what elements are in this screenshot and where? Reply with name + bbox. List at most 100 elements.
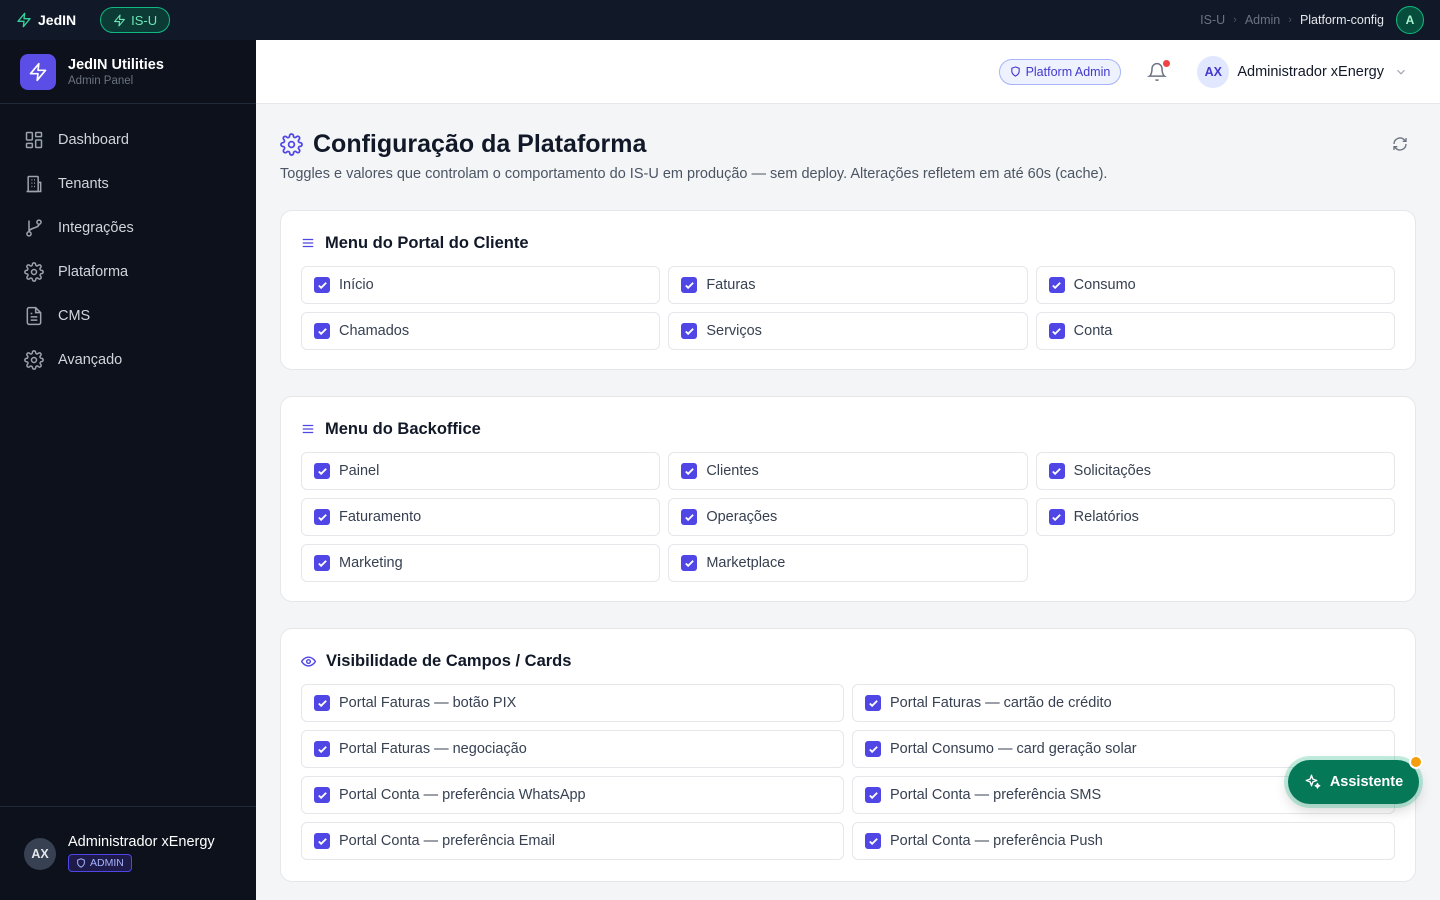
sidebar-item-cms[interactable]: CMS — [0, 294, 256, 338]
toggle-servicos[interactable]: Serviços — [668, 312, 1028, 350]
gear-icon — [24, 262, 44, 282]
toggle-solicitacoes[interactable]: Solicitações — [1035, 452, 1395, 490]
toggle-faturas-cartao[interactable]: Portal Faturas — cartão de crédito — [852, 684, 1395, 722]
checkbox-checked-icon[interactable] — [314, 277, 330, 293]
avatar[interactable]: A — [1396, 6, 1424, 34]
sidebar-item-dashboard[interactable]: Dashboard — [0, 118, 256, 162]
portal-menu-card: Menu do Portal do Cliente Início Faturas… — [280, 210, 1416, 370]
toggle-painel[interactable]: Painel — [301, 452, 661, 490]
document-icon — [24, 306, 44, 326]
card-title: Menu do Backoffice — [301, 417, 1395, 441]
toggle-label: Portal Consumo — card geração solar — [890, 741, 1137, 757]
checkbox-checked-icon[interactable] — [1048, 277, 1065, 293]
checkbox-checked-icon[interactable] — [1048, 509, 1065, 525]
shield-icon — [1010, 66, 1021, 77]
brand-subtitle: Admin Panel — [68, 74, 134, 87]
notification-dot — [1163, 59, 1171, 67]
toggle-faturas-negociacao[interactable]: Portal Faturas — negociação — [301, 730, 844, 768]
toggle-label: Relatórios — [1073, 509, 1139, 525]
environment-label: IS-U — [131, 12, 158, 28]
brand-logo — [20, 53, 56, 90]
checkbox-checked-icon[interactable] — [865, 833, 881, 849]
toggle-conta-whatsapp[interactable]: Portal Conta — preferência WhatsApp — [301, 776, 844, 814]
toggle-clientes[interactable]: Clientes — [668, 452, 1028, 490]
checkbox-checked-icon[interactable] — [314, 695, 330, 711]
visibility-card: Visibilidade de Campos / Cards Portal Fa… — [280, 628, 1416, 882]
sidebar-user[interactable]: AX Administrador xEnergy ADMIN — [0, 806, 256, 900]
user-name: Administrador xEnergy — [68, 834, 215, 850]
toggle-label: Portal Faturas — cartão de crédito — [890, 695, 1112, 711]
checkbox-checked-icon[interactable] — [865, 787, 881, 803]
eye-icon — [301, 654, 316, 669]
assistant-button[interactable]: Assistente — [1288, 755, 1423, 804]
grid-icon — [24, 130, 44, 150]
page-header: Configuração da Plataforma — [280, 130, 646, 159]
toggle-conta[interactable]: Conta — [1035, 312, 1395, 350]
environment-pill[interactable]: IS-U — [100, 7, 171, 33]
brand-title: JedIN Utilities — [68, 56, 164, 73]
toggle-conta-push[interactable]: Portal Conta — preferência Push — [852, 822, 1395, 860]
sidebar-item-tenants[interactable]: Tenants — [0, 162, 256, 206]
toggle-label: Solicitações — [1073, 463, 1152, 479]
page-description: Toggles e valores que controlam o compor… — [280, 166, 1108, 182]
refresh-icon[interactable] — [1392, 136, 1408, 152]
checkbox-checked-icon[interactable] — [681, 277, 698, 293]
checkbox-checked-icon[interactable] — [314, 555, 330, 571]
toggle-label: Operações — [706, 509, 778, 525]
sidebar-item-label: CMS — [58, 308, 91, 324]
toggle-label: Portal Conta — preferência Email — [339, 833, 555, 849]
toggle-marketing[interactable]: Marketing — [301, 544, 661, 582]
visibility-options: Portal Faturas — botão PIX Portal Fatura… — [301, 684, 1395, 860]
chevron-right-icon: › — [1288, 14, 1292, 26]
role-pill-label: Platform Admin — [1025, 64, 1111, 79]
sidebar-item-avancado[interactable]: Avançado — [0, 338, 256, 382]
toggle-conta-email[interactable]: Portal Conta — preferência Email — [301, 822, 844, 860]
shield-icon — [76, 858, 86, 868]
checkbox-checked-icon[interactable] — [681, 555, 698, 571]
checkbox-checked-icon[interactable] — [314, 323, 330, 339]
main-content: Configuração da Plataforma Toggles e val… — [256, 104, 1440, 900]
notifications-button[interactable] — [1147, 59, 1171, 82]
menu-icon — [301, 236, 315, 250]
checkbox-checked-icon[interactable] — [865, 695, 881, 711]
checkbox-checked-icon[interactable] — [1048, 463, 1065, 479]
toggle-faturas-pix[interactable]: Portal Faturas — botão PIX — [301, 684, 844, 722]
checkbox-checked-icon[interactable] — [314, 787, 330, 803]
toggle-consumo[interactable]: Consumo — [1035, 266, 1395, 304]
breadcrumb: IS-U › Admin › Platform-config — [1200, 13, 1384, 27]
checkbox-checked-icon[interactable] — [314, 741, 330, 757]
breadcrumb-item[interactable]: Admin — [1245, 13, 1280, 27]
user-menu-name[interactable]: Administrador xEnergy — [1237, 64, 1384, 80]
gear-icon — [280, 133, 303, 156]
checkbox-checked-icon[interactable] — [314, 463, 330, 479]
checkbox-checked-icon[interactable] — [865, 741, 881, 757]
checkbox-checked-icon[interactable] — [314, 509, 330, 525]
checkbox-checked-icon[interactable] — [681, 323, 698, 339]
checkbox-checked-icon[interactable] — [681, 463, 698, 479]
page-title: Configuração da Plataforma — [313, 130, 647, 158]
toggle-inicio[interactable]: Início — [301, 266, 661, 304]
role-pill: Platform Admin — [998, 58, 1122, 85]
toggle-label: Faturas — [706, 277, 756, 293]
sidebar-item-label: Avançado — [58, 352, 123, 368]
app-logo[interactable]: JedIN — [16, 12, 76, 28]
card-title-text: Visibilidade de Campos / Cards — [326, 651, 572, 670]
sidebar-item-plataforma[interactable]: Plataforma — [0, 250, 256, 294]
toggle-faturas[interactable]: Faturas — [668, 266, 1028, 304]
chevron-down-icon[interactable] — [1394, 65, 1408, 79]
toggle-operacoes[interactable]: Operações — [668, 498, 1028, 536]
sidebar-item-integracoes[interactable]: Integrações — [0, 206, 256, 250]
toggle-chamados[interactable]: Chamados — [301, 312, 661, 350]
checkbox-checked-icon[interactable] — [1048, 323, 1065, 339]
checkbox-checked-icon[interactable] — [681, 509, 698, 525]
bolt-icon — [16, 12, 32, 28]
toggle-label: Conta — [1073, 323, 1113, 339]
sparkles-icon — [1304, 773, 1322, 791]
role-badge-label: ADMIN — [90, 857, 124, 869]
toggle-relatorios[interactable]: Relatórios — [1035, 498, 1395, 536]
checkbox-checked-icon[interactable] — [314, 833, 330, 849]
toggle-marketplace[interactable]: Marketplace — [668, 544, 1028, 582]
avatar[interactable]: AX — [1197, 55, 1230, 88]
toggle-faturamento[interactable]: Faturamento — [301, 498, 661, 536]
breadcrumb-item[interactable]: IS-U — [1200, 13, 1225, 27]
